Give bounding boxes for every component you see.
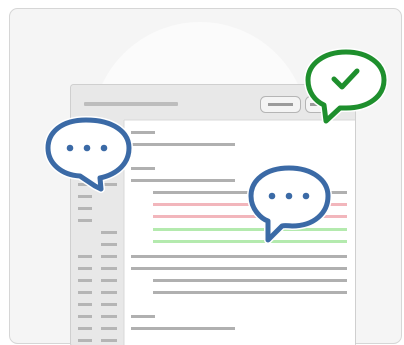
diff-added-line <box>153 228 347 231</box>
illustration-canvas <box>9 8 402 345</box>
code-review-illustration <box>0 0 404 345</box>
diff-added-line <box>153 240 347 243</box>
code-area <box>124 120 355 345</box>
window-control-button <box>260 96 301 113</box>
window-title-line <box>84 102 178 106</box>
